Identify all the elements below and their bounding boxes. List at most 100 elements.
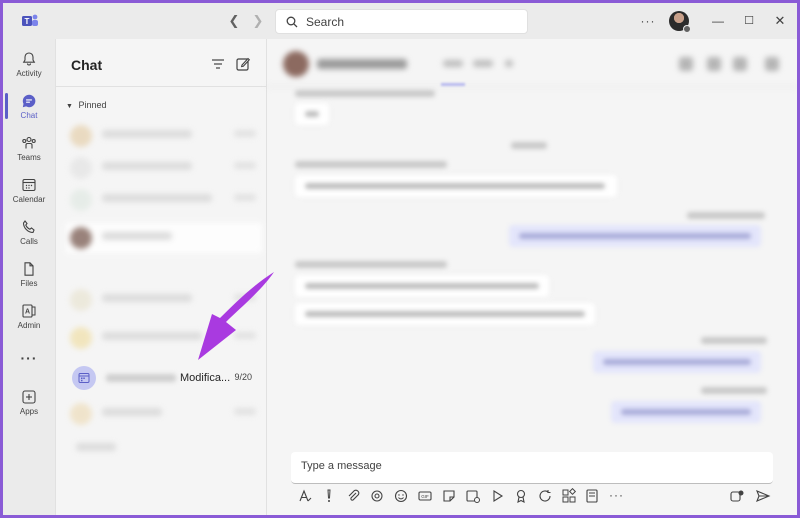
conversation-header <box>267 39 797 87</box>
rail-item-more[interactable]: ··· <box>3 337 55 379</box>
message-input[interactable] <box>301 460 741 472</box>
message-list <box>267 87 797 447</box>
avatar[interactable] <box>283 51 309 77</box>
more-options-icon[interactable]: ··· <box>639 12 657 30</box>
profile-avatar[interactable] <box>669 11 691 33</box>
list-item[interactable] <box>66 323 262 353</box>
list-item[interactable] <box>66 437 262 457</box>
rail-item-calls[interactable]: Calls <box>3 211 55 253</box>
rail-label: Teams <box>17 152 41 162</box>
format-icon[interactable] <box>297 488 313 504</box>
teams-logo-icon: T <box>22 14 38 26</box>
header-control[interactable] <box>707 57 721 71</box>
rail-label: Apps <box>19 406 39 416</box>
rail-label: Calls <box>20 236 38 246</box>
rail-label: Chat <box>20 110 38 120</box>
panel-divider <box>56 86 268 87</box>
attach-icon[interactable] <box>345 488 361 504</box>
admin-icon: A <box>22 303 36 318</box>
send-icon[interactable] <box>755 488 771 504</box>
rail-item-calendar[interactable]: Calendar <box>3 169 55 211</box>
teams-icon <box>22 136 36 148</box>
close-icon[interactable]: ✕ <box>771 12 789 30</box>
header-control[interactable] <box>733 57 747 71</box>
list-item[interactable] <box>66 399 262 429</box>
search-icon <box>286 16 298 27</box>
praise-icon[interactable] <box>513 488 529 504</box>
sticker-icon[interactable] <box>441 488 457 504</box>
back-arrow-icon[interactable]: ❮ <box>225 12 243 30</box>
active-tab-indicator <box>441 83 465 86</box>
rail-item-files[interactable]: Files <box>3 253 55 295</box>
meeting-avatar <box>72 366 96 390</box>
message-bubble <box>295 303 595 325</box>
loop-icon[interactable] <box>369 488 385 504</box>
more-icon[interactable]: ··· <box>609 488 625 504</box>
search-box[interactable] <box>275 9 528 34</box>
conversation-pane: GIF ··· <box>267 39 797 515</box>
rail-label: Admin <box>17 320 41 330</box>
chevron-down-icon: ▼ <box>66 103 73 110</box>
message-bubble <box>611 401 761 423</box>
message-meta <box>701 387 767 394</box>
apps-icon[interactable] <box>561 488 577 504</box>
message-bubble <box>593 351 761 373</box>
filter-icon[interactable] <box>209 55 227 73</box>
chat-list-item-meeting[interactable]: Modifica... 9/20 <box>66 363 262 393</box>
header-control[interactable] <box>765 57 779 71</box>
app-rail: Activity Chat Teams Calendar Calls Files… <box>3 39 55 515</box>
svg-text:GIF: GIF <box>421 494 429 499</box>
stream-icon[interactable] <box>489 488 505 504</box>
minimize-icon[interactable]: — <box>709 12 727 30</box>
updates-icon[interactable] <box>585 488 601 504</box>
svg-text:A: A <box>25 308 30 315</box>
search-input[interactable] <box>306 14 506 29</box>
message-bubble <box>295 275 549 297</box>
pinned-section-header[interactable]: ▼ Pinned <box>66 100 106 110</box>
contact-name-redacted <box>317 59 407 69</box>
schedule-meeting-icon[interactable] <box>465 488 481 504</box>
message-bubble <box>509 225 761 247</box>
message-meta <box>295 161 447 168</box>
maximize-icon[interactable]: ☐ <box>740 12 758 30</box>
list-item[interactable] <box>66 121 262 151</box>
approvals-icon[interactable] <box>537 488 553 504</box>
rail-item-activity[interactable]: Activity <box>3 43 55 85</box>
list-item[interactable] <box>66 223 262 253</box>
new-chat-icon[interactable] <box>234 55 252 73</box>
header-control[interactable] <box>679 57 693 71</box>
chat-icon <box>22 94 36 107</box>
important-icon[interactable] <box>321 488 337 504</box>
calendar-icon <box>78 373 90 383</box>
phone-icon <box>22 219 35 233</box>
message-meta <box>295 90 435 97</box>
loop-compose-icon[interactable] <box>729 488 745 504</box>
add-app-icon <box>22 389 36 404</box>
tab-add[interactable] <box>505 60 513 67</box>
forward-arrow-icon[interactable]: ❯ <box>249 12 267 30</box>
rail-item-admin[interactable]: A Admin <box>3 295 55 337</box>
rail-item-apps[interactable]: Apps <box>3 381 55 423</box>
rail-item-chat[interactable]: Chat <box>3 85 55 127</box>
tab-files[interactable] <box>473 60 493 67</box>
gif-icon[interactable]: GIF <box>417 488 433 504</box>
pinned-label: Pinned <box>78 100 107 110</box>
teams-window: T ❮ ❯ ··· — ☐ ✕ Activity <box>3 3 797 515</box>
message-bubble <box>295 175 617 197</box>
rail-label: Calendar <box>12 194 46 204</box>
file-icon <box>24 261 34 276</box>
list-item[interactable] <box>66 185 262 215</box>
rail-item-teams[interactable]: Teams <box>3 127 55 169</box>
title-bar: T ❮ ❯ ··· — ☐ ✕ <box>3 3 797 39</box>
list-item[interactable] <box>66 285 262 315</box>
emoji-icon[interactable] <box>393 488 409 504</box>
calendar-icon <box>22 178 36 191</box>
list-item[interactable] <box>66 153 262 183</box>
panel-title: Chat <box>71 57 103 73</box>
chat-preview: Modifica... <box>180 372 231 384</box>
chat-list-panel: Chat ▼ Pinned Modifica... 9/20 <box>55 39 268 515</box>
rail-label: Files <box>20 278 38 288</box>
chat-date: 9/20 <box>234 372 252 382</box>
tab-chat[interactable] <box>443 60 463 67</box>
message-composer[interactable] <box>291 452 773 484</box>
